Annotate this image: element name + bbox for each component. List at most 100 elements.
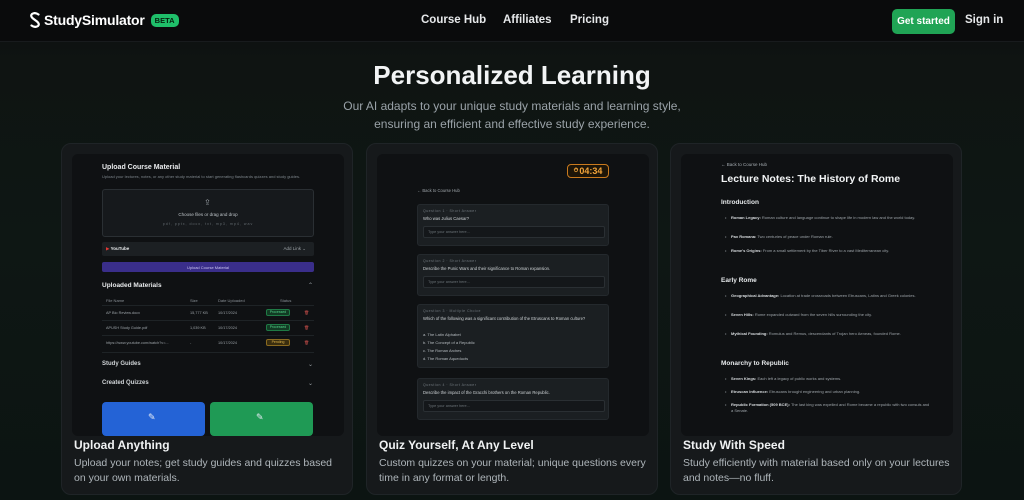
- delete-icon[interactable]: 🗑: [304, 325, 309, 330]
- col-date: Date Uploaded: [218, 298, 245, 303]
- delete-icon[interactable]: 🗑: [304, 340, 309, 345]
- upload-material-button[interactable]: Upload Course Material: [102, 262, 314, 272]
- drop-zone-hint: pdf, pptx, docx, txt, mp3, mp4, wav: [162, 222, 254, 226]
- upload-icon: ⇪: [204, 198, 211, 207]
- question-card: Question 4 · Short Answer Describe the i…: [417, 378, 609, 420]
- notes-item: Rome's Origins: From a small settlement …: [731, 248, 890, 253]
- nav-link-affiliates[interactable]: Affiliates: [503, 14, 552, 26]
- feature-card-upload: Upload Course Material Upload your lectu…: [61, 143, 353, 495]
- chevron-down-icon[interactable]: ⌄: [308, 361, 313, 368]
- chevron-up-icon[interactable]: ⌃: [308, 282, 313, 289]
- notes-item: Geographical Advantage: Location at trad…: [731, 293, 916, 298]
- table-row-name: AP Bio Review.docx: [106, 311, 140, 315]
- add-link-button[interactable]: Add Link ⌄: [283, 246, 306, 252]
- question-card: Question 1 · Short Answer Who was Julius…: [417, 204, 609, 246]
- feature-card-quiz: ⏱ 04:34 ← Back to Course Hub Question 1 ·…: [366, 143, 658, 495]
- bullet: •: [725, 248, 727, 253]
- study-guides-section[interactable]: Study Guides: [102, 361, 141, 367]
- table-row-name: https://www.youtube.com/watch?v=...: [106, 341, 169, 345]
- drop-zone-label: Choose files or drag and drop: [178, 212, 238, 217]
- notes-item: Etruscan Influence: Etruscans brought en…: [731, 389, 861, 394]
- back-link[interactable]: ← Back to Course Hub: [721, 162, 767, 167]
- card-description: Study efficiently with material based on…: [683, 457, 950, 484]
- feature-card-study: ← Back to Course Hub Lecture Notes: The …: [670, 143, 962, 495]
- clock-icon: ⏱: [573, 167, 579, 174]
- notes-preview: ← Back to Course Hub Lecture Notes: The …: [681, 154, 953, 436]
- notes-item: Republic Formation (509 BCE): The last k…: [731, 402, 930, 413]
- edit-icon: ✎: [256, 412, 264, 422]
- col-file-name: File Name: [106, 298, 125, 303]
- status-badge: Processed: [266, 309, 290, 316]
- bullet: •: [725, 376, 727, 381]
- nav-link-course-hub[interactable]: Course Hub: [421, 14, 486, 26]
- col-size: Size: [190, 298, 198, 303]
- card-description: Custom quizzes on your material; unique …: [379, 457, 646, 484]
- bullet: •: [725, 293, 727, 298]
- edit-icon: ✎: [148, 412, 156, 422]
- answer-option[interactable]: c. The Roman Arches: [423, 348, 461, 353]
- col-status: Status: [280, 298, 292, 303]
- nav-link-pricing[interactable]: Pricing: [570, 14, 609, 26]
- question-text: Describe the impact of the Gracchi broth…: [423, 390, 550, 395]
- hero-title: Personalized Learning: [373, 60, 651, 90]
- question-label: Question 2 · Short Answer: [423, 259, 477, 263]
- created-quizzes-section[interactable]: Created Quizzes: [102, 380, 149, 386]
- brand-name: StudySimulator: [44, 12, 145, 28]
- card-title: Quiz Yourself, At Any Level: [379, 438, 534, 452]
- answer-option[interactable]: b. The Concept of a Republic: [423, 340, 475, 345]
- upload-preview: Upload Course Material Upload your lectu…: [72, 154, 344, 436]
- study-guide-button[interactable]: ✎: [102, 402, 205, 436]
- question-text: Who was Julius Caesar?: [423, 216, 470, 221]
- answer-input[interactable]: Type your answer here...: [423, 276, 605, 288]
- youtube-icon: ▶ YouTube: [106, 246, 130, 251]
- bullet: •: [725, 389, 727, 394]
- brand-logo[interactable]: StudySimulator BETA: [30, 12, 179, 28]
- table-row-date: 10/17/2024: [218, 341, 238, 345]
- answer-input[interactable]: Type your answer here...: [423, 400, 605, 412]
- quiz-timer: ⏱ 04:34: [567, 164, 609, 178]
- table-row-size: 1,039 KB: [190, 326, 206, 330]
- logo-s-icon: [30, 12, 40, 28]
- question-card: Question 3 · Multiple Choice Which of th…: [417, 304, 609, 368]
- table-row-size: 15,777 KB: [190, 311, 208, 315]
- sign-in-link[interactable]: Sign in: [965, 14, 1003, 26]
- drop-zone[interactable]: ⇪ Choose files or drag and drop pdf, ppt…: [102, 189, 314, 237]
- uploaded-materials-heading: Uploaded Materials: [102, 282, 162, 289]
- table-row-name: APUSH Study Guide.pdf: [106, 326, 148, 330]
- answer-input[interactable]: Type your answer here...: [423, 226, 605, 238]
- row-divider: [102, 335, 314, 336]
- question-card: Question 2 · Short Answer Describe the P…: [417, 254, 609, 296]
- upload-heading: Upload Course Material: [102, 164, 181, 171]
- question-label: Question 4 · Short Answer: [423, 383, 477, 387]
- get-started-button[interactable]: Get started: [892, 9, 955, 34]
- row-divider: [102, 320, 314, 321]
- answer-option[interactable]: a. The Latin Alphabet: [423, 332, 461, 337]
- bullet: •: [725, 234, 727, 239]
- notes-item: Roman Legacy: Roman culture and language…: [731, 215, 916, 220]
- question-text: Describe the Punic Wars and their signif…: [423, 266, 551, 271]
- youtube-link-row[interactable]: ▶ YouTube Add Link ⌄: [102, 242, 314, 256]
- notes-item: Seven Hills: Rome expanded outward from …: [731, 312, 872, 317]
- bullet: •: [725, 402, 727, 407]
- card-description: Upload your notes; get study guides and …: [74, 457, 333, 484]
- answer-option[interactable]: d. The Roman Aqueducts: [423, 356, 468, 361]
- notes-section-heading: Early Rome: [721, 277, 757, 284]
- row-divider: [102, 305, 314, 306]
- quiz-button[interactable]: ✎: [210, 402, 313, 436]
- status-badge: Pending: [266, 339, 290, 346]
- row-divider: [102, 352, 314, 353]
- table-row-size: -: [190, 341, 192, 345]
- table-row-date: 10/17/2024: [218, 326, 238, 330]
- delete-icon[interactable]: 🗑: [304, 310, 309, 315]
- quiz-preview: ⏱ 04:34 ← Back to Course Hub Question 1 ·…: [377, 154, 649, 436]
- top-nav: StudySimulator BETA Course Hub Affiliate…: [0, 0, 1024, 42]
- table-row-date: 10/17/2024: [218, 311, 238, 315]
- notes-section-heading: Introduction: [721, 199, 759, 206]
- beta-badge: BETA: [150, 13, 179, 27]
- bullet: •: [725, 312, 727, 317]
- chevron-down-icon[interactable]: ⌄: [308, 380, 313, 387]
- notes-item: Mythical Founding: Romulus and Remus, de…: [731, 331, 901, 336]
- question-label: Question 3 · Multiple Choice: [423, 309, 481, 313]
- back-link[interactable]: ← Back to Course Hub: [417, 188, 460, 193]
- status-badge: Processed: [266, 324, 290, 331]
